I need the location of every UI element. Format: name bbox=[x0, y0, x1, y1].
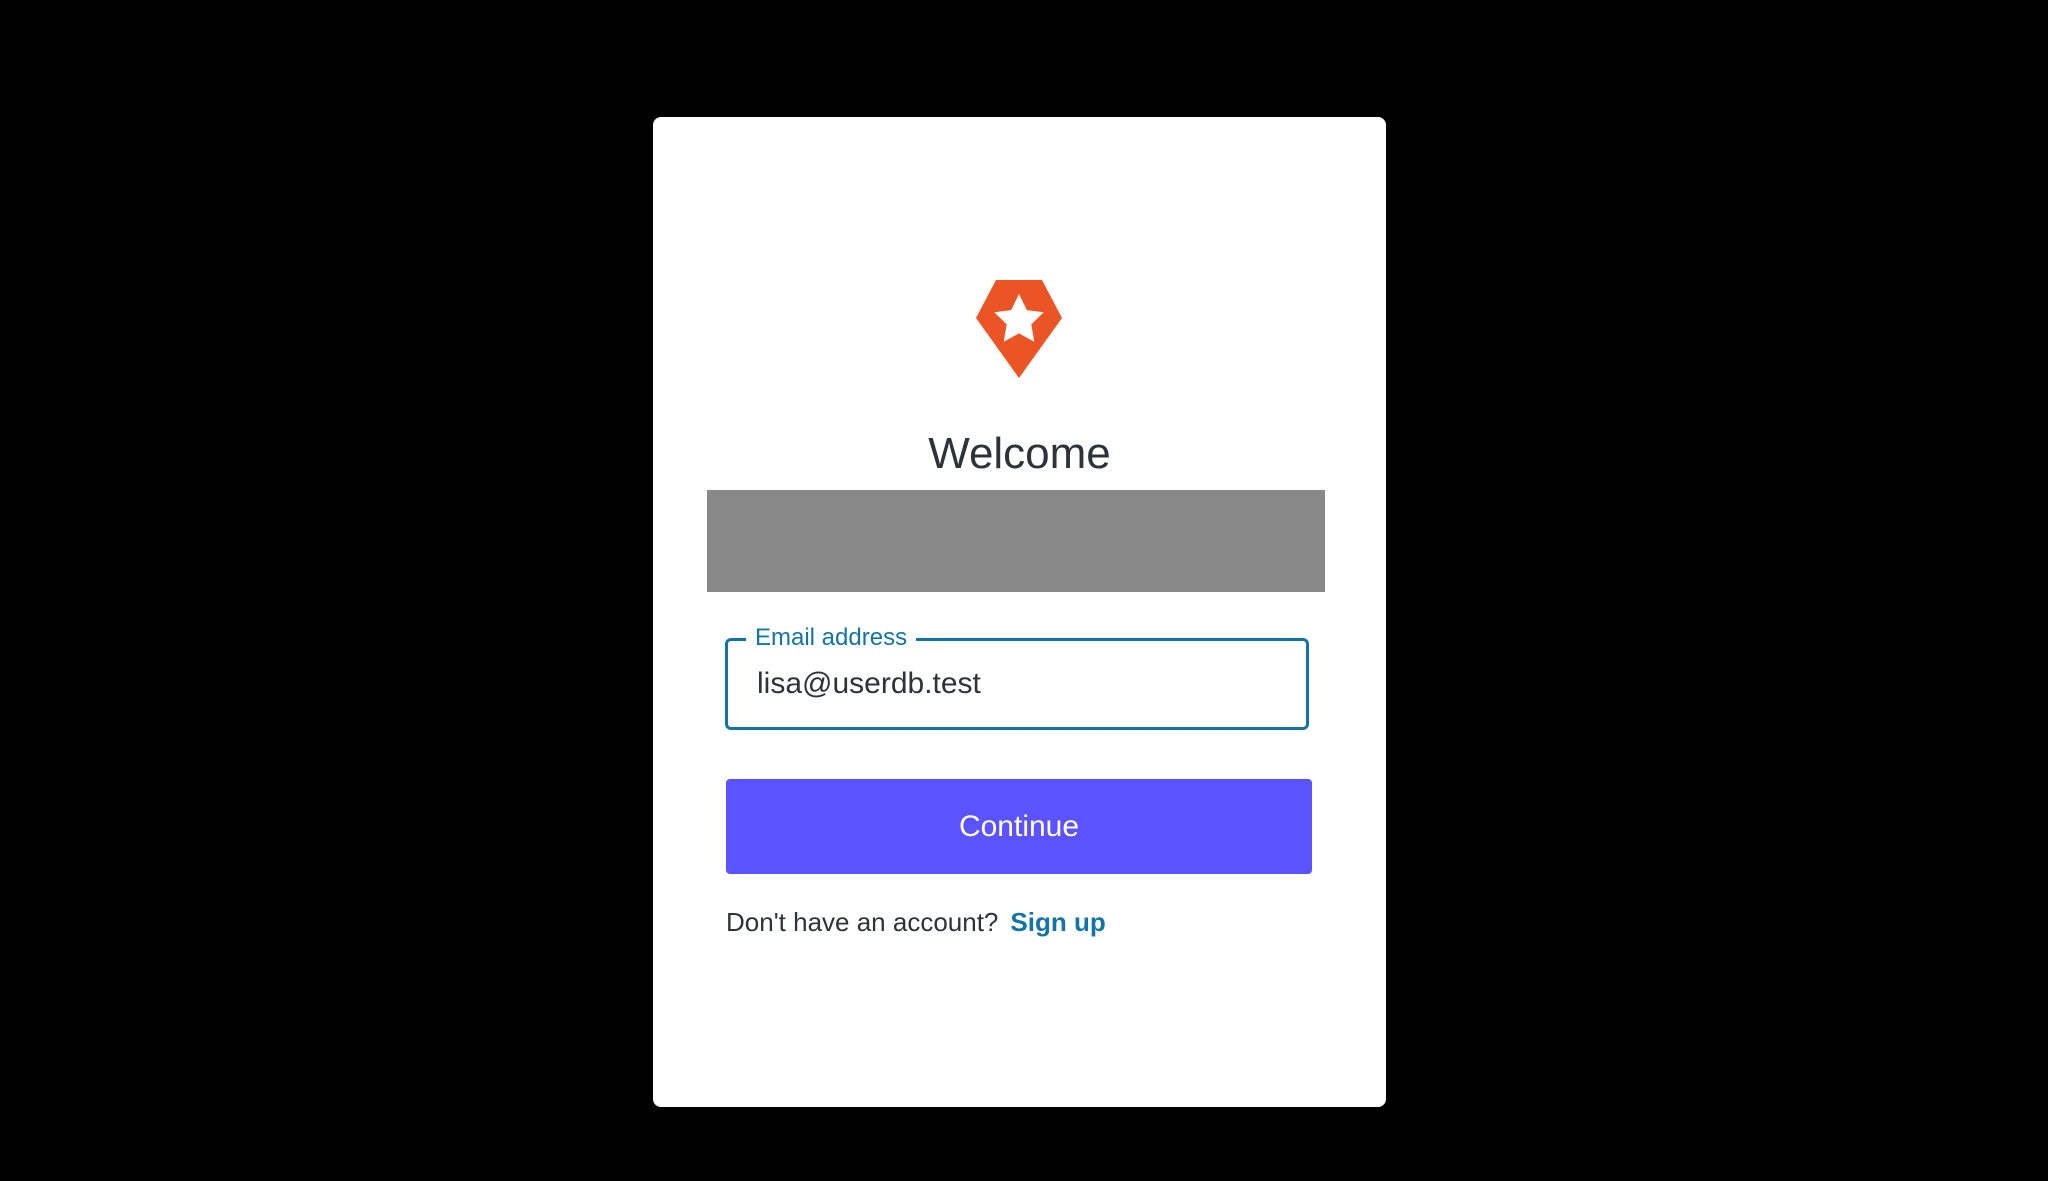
continue-button[interactable]: Continue bbox=[726, 779, 1312, 874]
signup-link[interactable]: Sign up bbox=[1010, 907, 1105, 937]
signup-prompt: Don't have an account? bbox=[726, 907, 999, 937]
email-field[interactable]: Email address bbox=[725, 621, 1309, 730]
page-title: Welcome bbox=[928, 429, 1111, 478]
shield-star-logo-icon bbox=[976, 280, 1062, 378]
email-input[interactable] bbox=[757, 641, 1286, 727]
redacted-block bbox=[707, 490, 1325, 592]
signup-row: Don't have an account? Sign up bbox=[726, 907, 1106, 938]
login-card: Welcome Email address Continue Don't hav… bbox=[653, 117, 1386, 1107]
